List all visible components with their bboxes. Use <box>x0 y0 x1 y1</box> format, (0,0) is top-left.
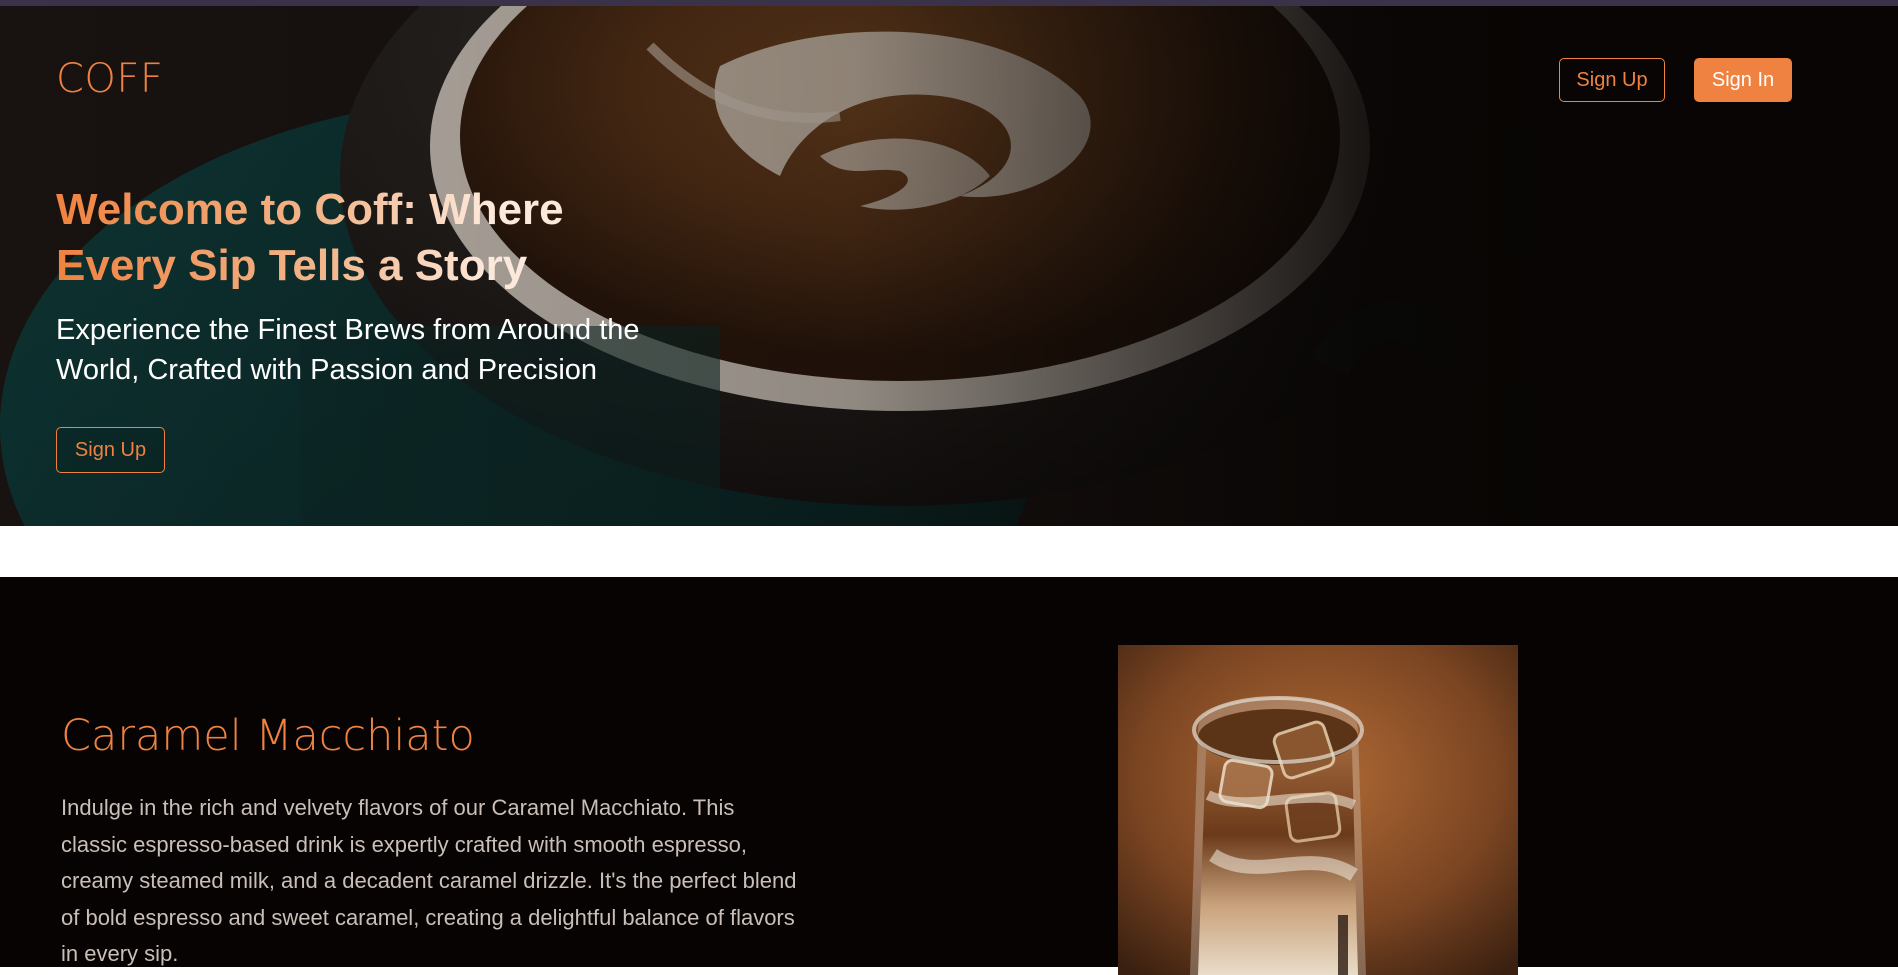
header-signup-button[interactable]: Sign Up <box>1559 58 1665 102</box>
logo[interactable]: COFF <box>56 56 163 102</box>
product-description: Indulge in the rich and velvety flavors … <box>61 795 797 966</box>
product-title: Caramel Macchiato <box>61 711 475 761</box>
hero-subtitle: Experience the Finest Brews from Around … <box>56 314 640 386</box>
hero-title: Welcome to Coff: Where Every Sip Tells a… <box>56 182 676 294</box>
iced-macchiato-image <box>1118 645 1518 975</box>
header-signin-button[interactable]: Sign In <box>1694 58 1792 102</box>
hero-section: COFF Sign Up Sign In Welcome to Coff: Wh… <box>0 6 1898 526</box>
hero-signup-button[interactable]: Sign Up <box>56 427 165 473</box>
product-section: Caramel Macchiato Indulge in the rich an… <box>0 577 1898 975</box>
